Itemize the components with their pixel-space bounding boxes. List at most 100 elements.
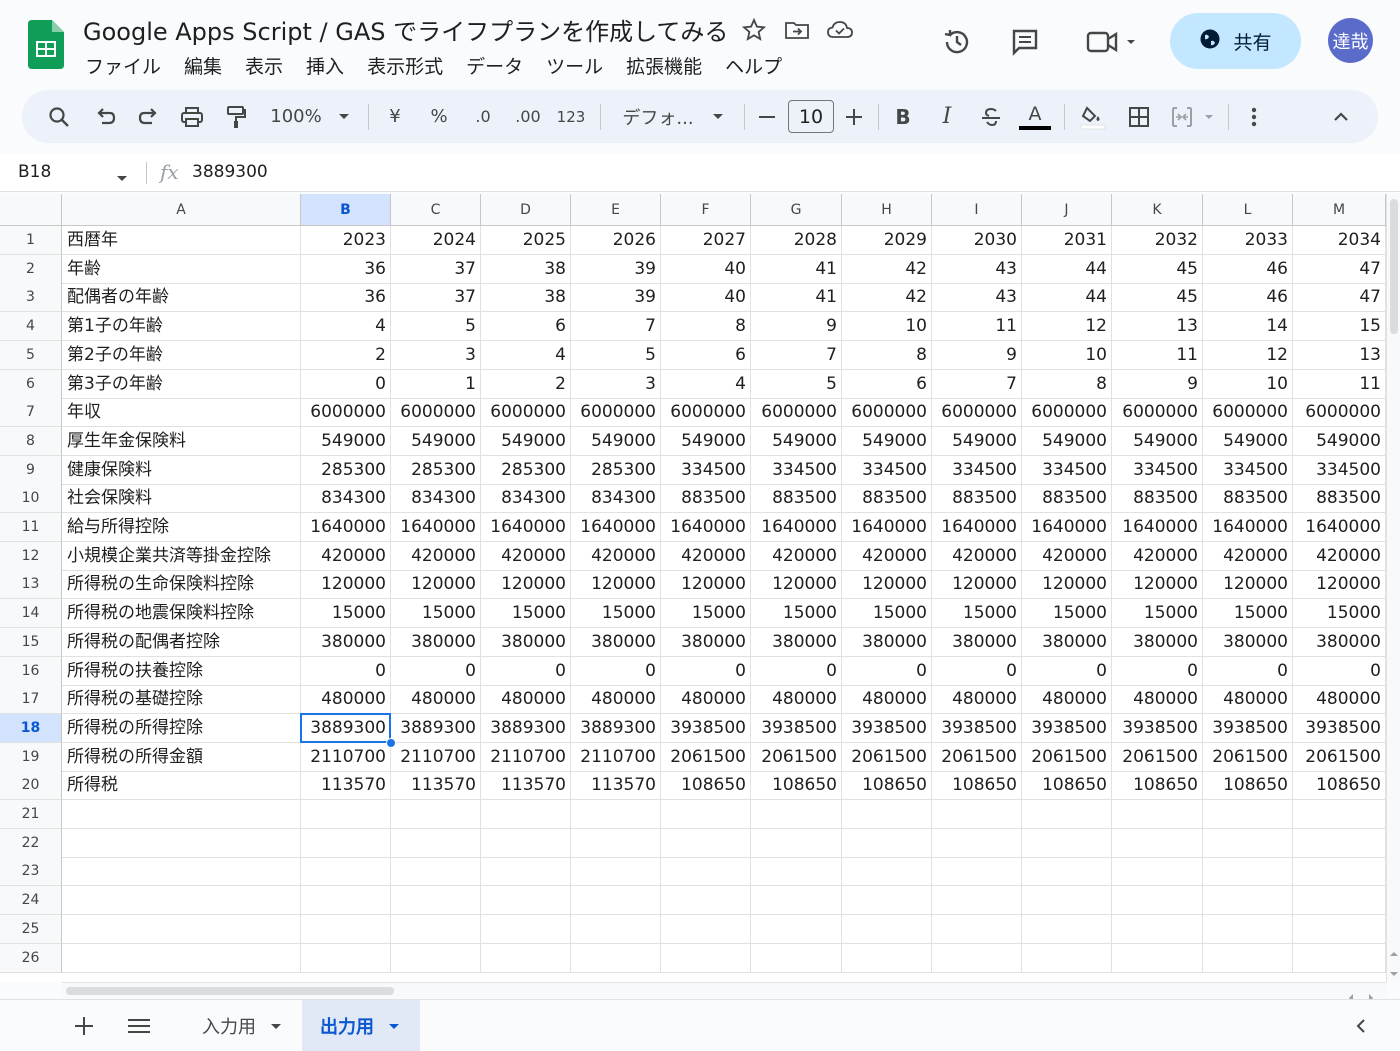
cell-b7[interactable]: 6000000	[301, 398, 391, 428]
cell-j18[interactable]: 3938500	[1022, 713, 1112, 743]
cell-f11[interactable]: 1640000	[661, 513, 751, 542]
cell-j17[interactable]: 480000	[1022, 685, 1112, 715]
cell-e24[interactable]	[571, 886, 661, 916]
row-header-18[interactable]: 18	[0, 713, 62, 743]
cell-h19[interactable]: 2061500	[842, 742, 932, 772]
column-header-f[interactable]: F	[661, 194, 751, 226]
meet-video-icon[interactable]	[1078, 22, 1142, 62]
cell-l16[interactable]: 0	[1203, 656, 1293, 686]
cell-e5[interactable]: 5	[571, 340, 661, 370]
cell-d18[interactable]: 3889300	[481, 713, 571, 743]
cell-h25[interactable]	[842, 914, 932, 944]
cell-c16[interactable]: 0	[391, 656, 481, 686]
cell-k24[interactable]	[1112, 886, 1203, 916]
cell-g14[interactable]: 15000	[751, 599, 842, 629]
cell-i18[interactable]: 3938500	[932, 713, 1022, 743]
cell-l9[interactable]: 334500	[1203, 455, 1293, 485]
cell-b19[interactable]: 2110700	[301, 742, 391, 772]
cell-h16[interactable]: 0	[842, 656, 932, 686]
cell-b13[interactable]: 120000	[301, 570, 391, 600]
cell-d26[interactable]	[481, 943, 571, 973]
cell-d1[interactable]: 2025	[481, 226, 571, 255]
cell-b14[interactable]: 15000	[301, 599, 391, 629]
cell-e14[interactable]: 15000	[571, 599, 661, 629]
cell-e18[interactable]: 3889300	[571, 713, 661, 743]
cell-g16[interactable]: 0	[751, 656, 842, 686]
cell-l13[interactable]: 120000	[1203, 570, 1293, 600]
cell-e22[interactable]	[571, 828, 661, 858]
cell-b23[interactable]	[301, 857, 391, 887]
cell-a1[interactable]: 西暦年	[62, 226, 301, 255]
cell-a14[interactable]: 所得税の地震保険料控除	[62, 599, 301, 629]
cell-g15[interactable]: 380000	[751, 627, 842, 657]
cell-l10[interactable]: 883500	[1203, 484, 1293, 514]
cell-i6[interactable]: 7	[932, 369, 1022, 399]
cell-a11[interactable]: 給与所得控除	[62, 513, 301, 542]
cell-k6[interactable]: 9	[1112, 369, 1203, 399]
cell-h11[interactable]: 1640000	[842, 513, 932, 542]
cell-f13[interactable]: 120000	[661, 570, 751, 600]
cell-i1[interactable]: 2030	[932, 226, 1022, 255]
cell-g4[interactable]: 9	[751, 312, 842, 342]
cell-d25[interactable]	[481, 914, 571, 944]
cell-e1[interactable]: 2026	[571, 226, 661, 255]
cell-l2[interactable]: 46	[1203, 254, 1293, 284]
row-header-7[interactable]: 7	[0, 398, 62, 428]
cell-a24[interactable]	[62, 886, 301, 916]
cell-e4[interactable]: 7	[571, 312, 661, 342]
cell-g22[interactable]	[751, 828, 842, 858]
horizontal-scrollbar[interactable]	[62, 982, 1386, 1002]
cell-e12[interactable]: 420000	[571, 541, 661, 571]
cell-c3[interactable]: 37	[391, 283, 481, 313]
cell-k3[interactable]: 45	[1112, 283, 1203, 313]
font-select[interactable]: デフォ...	[618, 90, 698, 143]
cell-l7[interactable]: 6000000	[1203, 398, 1293, 428]
column-header-h[interactable]: H	[842, 194, 932, 226]
text-color-button[interactable]: A	[1018, 90, 1052, 143]
cell-e9[interactable]: 285300	[571, 455, 661, 485]
cell-g23[interactable]	[751, 857, 842, 887]
cell-a17[interactable]: 所得税の基礎控除	[62, 685, 301, 715]
cell-h20[interactable]: 108650	[842, 771, 932, 801]
cell-i21[interactable]	[932, 800, 1022, 829]
cell-m23[interactable]	[1293, 857, 1386, 887]
cell-f18[interactable]: 3938500	[661, 713, 751, 743]
cell-l14[interactable]: 15000	[1203, 599, 1293, 629]
cell-b16[interactable]: 0	[301, 656, 391, 686]
cell-l24[interactable]	[1203, 886, 1293, 916]
cell-h13[interactable]: 120000	[842, 570, 932, 600]
cell-j24[interactable]	[1022, 886, 1112, 916]
document-title[interactable]: Google Apps Script / GAS でライフプランを作成してみる	[83, 12, 728, 47]
cell-e11[interactable]: 1640000	[571, 513, 661, 542]
cell-l5[interactable]: 12	[1203, 340, 1293, 370]
cell-m20[interactable]: 108650	[1293, 771, 1386, 801]
cell-j3[interactable]: 44	[1022, 283, 1112, 313]
cell-d9[interactable]: 285300	[481, 455, 571, 485]
cell-m12[interactable]: 420000	[1293, 541, 1386, 571]
cell-j25[interactable]	[1022, 914, 1112, 944]
column-header-m[interactable]: M	[1293, 194, 1386, 226]
increase-decimal-button[interactable]: .00	[511, 90, 545, 143]
cell-g26[interactable]	[751, 943, 842, 973]
cell-l12[interactable]: 420000	[1203, 541, 1293, 571]
cell-d16[interactable]: 0	[481, 656, 571, 686]
cell-f1[interactable]: 2027	[661, 226, 751, 255]
row-header-25[interactable]: 25	[0, 914, 62, 944]
cell-d7[interactable]: 6000000	[481, 398, 571, 428]
cell-f7[interactable]: 6000000	[661, 398, 751, 428]
cell-f14[interactable]: 15000	[661, 599, 751, 629]
cell-c18[interactable]: 3889300	[391, 713, 481, 743]
cell-d20[interactable]: 113570	[481, 771, 571, 801]
cell-m9[interactable]: 334500	[1293, 455, 1386, 485]
cell-i20[interactable]: 108650	[932, 771, 1022, 801]
cell-h8[interactable]: 549000	[842, 426, 932, 456]
cell-i22[interactable]	[932, 828, 1022, 858]
cell-g11[interactable]: 1640000	[751, 513, 842, 542]
cell-g2[interactable]: 41	[751, 254, 842, 284]
cell-m8[interactable]: 549000	[1293, 426, 1386, 456]
cell-l4[interactable]: 14	[1203, 312, 1293, 342]
cell-c24[interactable]	[391, 886, 481, 916]
cell-m4[interactable]: 15	[1293, 312, 1386, 342]
print-icon[interactable]	[177, 90, 207, 143]
cell-i3[interactable]: 43	[932, 283, 1022, 313]
